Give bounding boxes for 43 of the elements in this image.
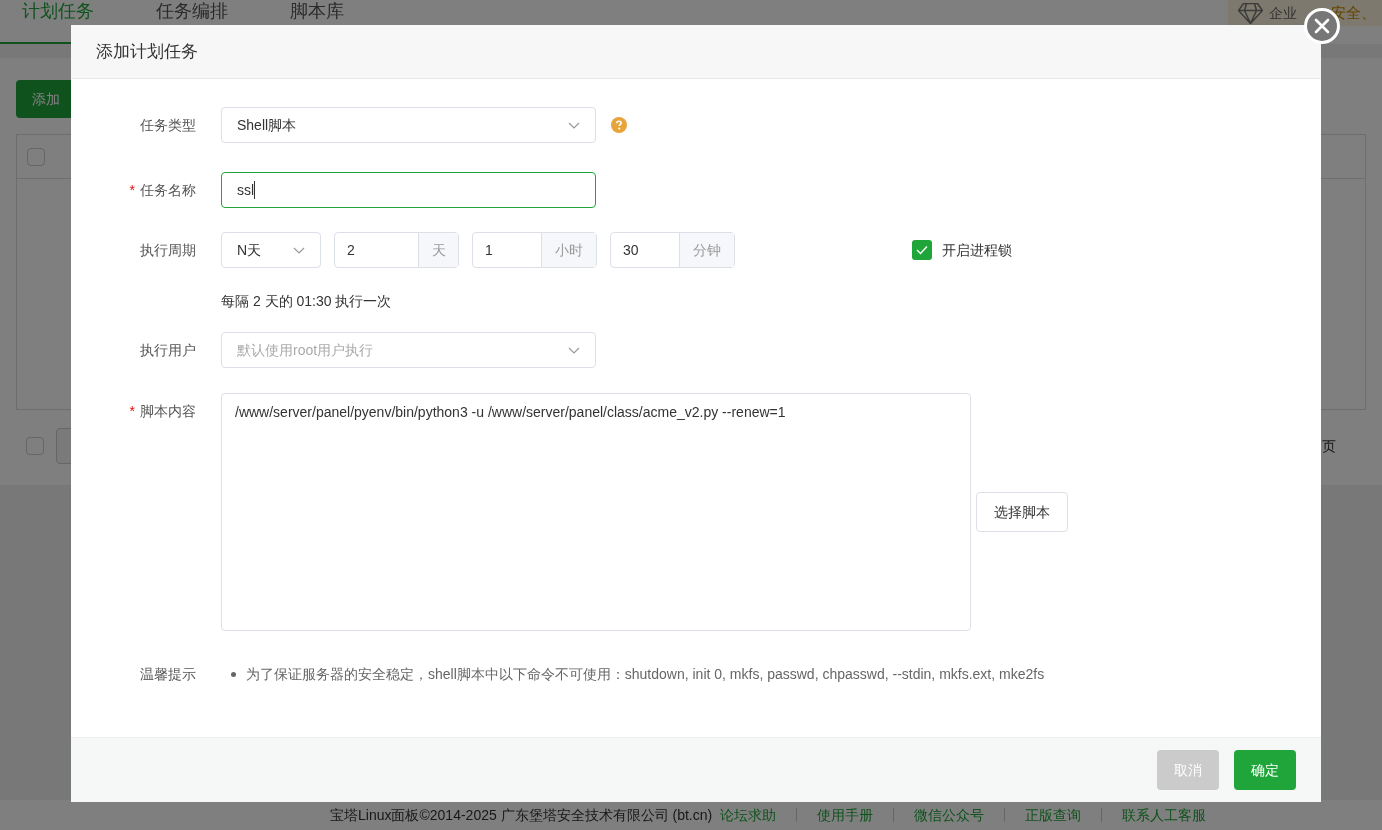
footer-link[interactable]: 使用手册 (817, 804, 874, 826)
diamond-icon (1238, 2, 1263, 24)
unit-label: 小时 (541, 233, 596, 267)
checkbox[interactable] (26, 437, 44, 455)
check-icon (916, 245, 928, 255)
field-label: 脚本内容 (140, 401, 196, 421)
period-select[interactable]: N天 (221, 232, 321, 268)
required-mark: * (129, 180, 135, 200)
field-label: 执行周期 (140, 240, 196, 260)
script-textarea[interactable]: /www/server/panel/pyenv/bin/python3 -u /www/server/panel/class/acme_v2.py --renew=1 (221, 393, 971, 631)
help-icon[interactable] (611, 117, 627, 133)
text-cursor (254, 181, 256, 199)
footer-link[interactable]: 微信公众号 (914, 804, 985, 826)
number-input[interactable]: 2 天 (334, 232, 459, 268)
field-label: 任务类型 (140, 115, 196, 135)
user-select[interactable]: 默认使用root用户执行 (221, 332, 596, 368)
edition-label: 企业 (1269, 3, 1297, 23)
number-input[interactable]: 1 小时 (472, 232, 597, 268)
checkbox[interactable] (912, 240, 932, 260)
caret-icon (293, 246, 305, 254)
field-label: 温馨提示 (140, 664, 196, 684)
confirm-button[interactable]: 确定 (1234, 750, 1296, 790)
unit-label: 分钟 (679, 233, 734, 267)
select-script-button[interactable]: 选择脚本 (976, 492, 1068, 532)
unit-label: 天 (418, 233, 458, 267)
footer-link[interactable]: 论坛求助 (720, 804, 777, 826)
copyright-text: 宝塔Linux面板©2014-2025 广东堡塔安全技术有限公司 (bt.cn) (330, 805, 713, 825)
footer-link[interactable]: 联系人工客服 (1122, 804, 1207, 826)
caret-icon (568, 346, 580, 354)
tip-text: 为了保证服务器的安全稳定，shell脚本中以下命令不可使用：shutdown, init 0, mkfs, passwd, chpasswd, --stdin, mkfs.ext, mke2fs (246, 664, 1045, 684)
caret-icon (568, 121, 580, 129)
required-mark: * (129, 401, 135, 421)
field-label: 执行用户 (140, 340, 196, 360)
field-label: 任务名称 (140, 180, 196, 200)
footer-link[interactable]: 正版查询 (1025, 804, 1082, 826)
page-size-text: 页 (1322, 436, 1336, 456)
bullet-icon (231, 671, 236, 677)
schedule-summary: 每隔 2 天的 01:30 执行一次 (221, 293, 392, 309)
task-name-input[interactable]: ssl (221, 172, 596, 208)
checkbox[interactable] (27, 147, 45, 166)
task-type-select[interactable]: Shell脚本 (221, 107, 596, 143)
checkbox-label: 开启进程锁 (942, 240, 1012, 260)
number-input[interactable]: 30 分钟 (610, 232, 735, 268)
